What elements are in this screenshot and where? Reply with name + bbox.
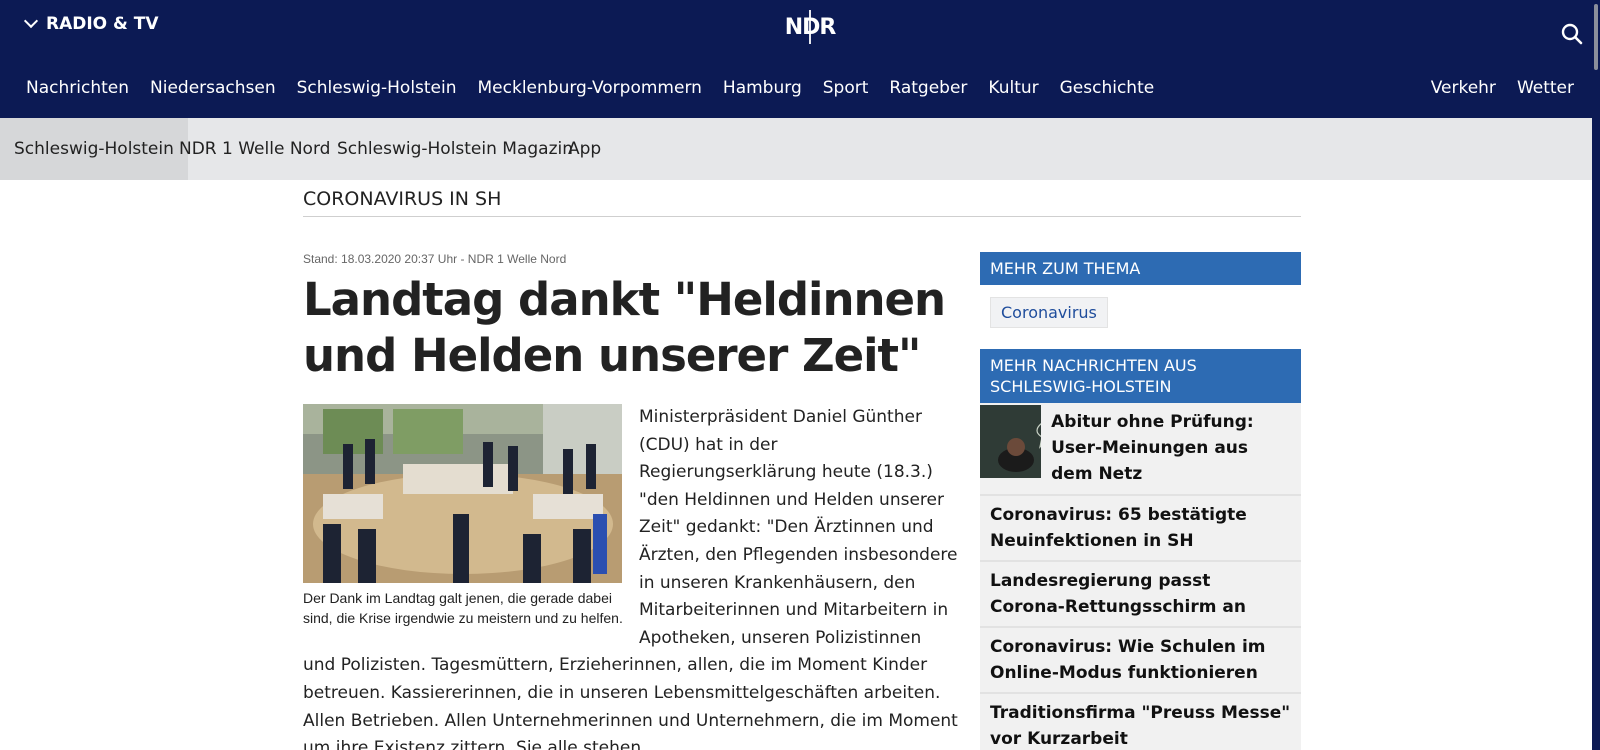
sidebar: MEHR ZUM THEMA Coronavirus MEHR NACHRICH… (980, 252, 1301, 750)
article-meta: Stand: 18.03.2020 20:37 Uhr - NDR 1 Well… (303, 252, 567, 266)
chalkboard-thumbnail (980, 405, 1042, 478)
parliament-photo-illustration (303, 404, 622, 583)
photo-caption: Der Dank im Landtag galt jenen, die gera… (303, 590, 623, 626)
nav-geschichte[interactable]: Geschichte (1060, 78, 1155, 98)
news-item[interactable]: Coronavirus: 65 bestätigte Neuinfektione… (980, 496, 1301, 562)
news-list: Abitur ohne Prüfung: User-Meinungen aus … (980, 403, 1301, 750)
main-navigation: Nachrichten Niedersachsen Schleswig-Hols… (26, 78, 1154, 98)
more-topic-heading: MEHR ZUM THEMA (980, 252, 1301, 285)
nav-sport[interactable]: Sport (823, 78, 869, 98)
more-news-heading: MEHR NACHRICHTEN AUS SCHLESWIG-HOLSTEIN (980, 349, 1301, 403)
scrollbar-thumb[interactable] (1594, 4, 1598, 70)
section-title[interactable]: CORONAVIRUS IN SH (303, 188, 501, 210)
nav-nachrichten[interactable]: Nachrichten (26, 78, 129, 98)
news-item[interactable]: Coronavirus: Wie Schulen im Online-Modus… (980, 628, 1301, 694)
subnav-app[interactable]: App (568, 118, 601, 180)
ndr-logo[interactable]: NDR (785, 10, 836, 44)
section-divider (303, 216, 1301, 217)
search-icon[interactable] (1560, 22, 1584, 46)
nav-ratgeber[interactable]: Ratgeber (889, 78, 967, 98)
chevron-down-icon (23, 13, 39, 29)
logo-divider (809, 10, 811, 44)
news-feature-item[interactable]: Abitur ohne Prüfung: User-Meinungen aus … (980, 403, 1301, 496)
news-item[interactable]: Traditionsfirma "Preuss Messe" vor Kurza… (980, 694, 1301, 750)
topic-tag-area: Coronavirus (980, 285, 1301, 343)
radio-tv-menu[interactable]: RADIO & TV (23, 13, 159, 34)
radio-tv-label: RADIO & TV (46, 14, 159, 34)
news-item[interactable]: Landesregierung passt Corona-Rettungssch… (980, 562, 1301, 628)
article-headline: Landtag dankt "Heldinnen und Helden unse… (303, 273, 946, 382)
topic-tag-coronavirus[interactable]: Coronavirus (990, 297, 1108, 328)
nav-hamburg[interactable]: Hamburg (723, 78, 802, 98)
nav-wetter[interactable]: Wetter (1517, 78, 1574, 98)
subnav-ndr1-welle-nord[interactable]: NDR 1 Welle Nord (179, 118, 330, 180)
nav-kultur[interactable]: Kultur (988, 78, 1038, 98)
news-feature-title: Abitur ohne Prüfung: User-Meinungen aus … (1051, 412, 1254, 484)
nav-mecklenburg-vorpommern[interactable]: Mecklenburg-Vorpommern (478, 78, 702, 98)
secondary-navigation: Verkehr Wetter (1431, 78, 1574, 98)
nav-schleswig-holstein[interactable]: Schleswig-Holstein (297, 78, 457, 98)
article-photo[interactable] (303, 404, 622, 583)
subnav-sh-magazin[interactable]: Schleswig-Holstein Magazin (337, 118, 573, 180)
top-header: RADIO & TV NDR Nachrichten Niedersachsen… (0, 0, 1600, 118)
nav-niedersachsen[interactable]: Niedersachsen (150, 78, 276, 98)
nav-verkehr[interactable]: Verkehr (1431, 78, 1496, 98)
scrollbar-track[interactable] (1592, 0, 1600, 750)
subnav-schleswig-holstein[interactable]: Schleswig-Holstein (0, 118, 188, 180)
news-thumbnail (980, 405, 1042, 478)
sub-navigation: Schleswig-Holstein NDR 1 Welle Nord Schl… (0, 118, 1600, 180)
